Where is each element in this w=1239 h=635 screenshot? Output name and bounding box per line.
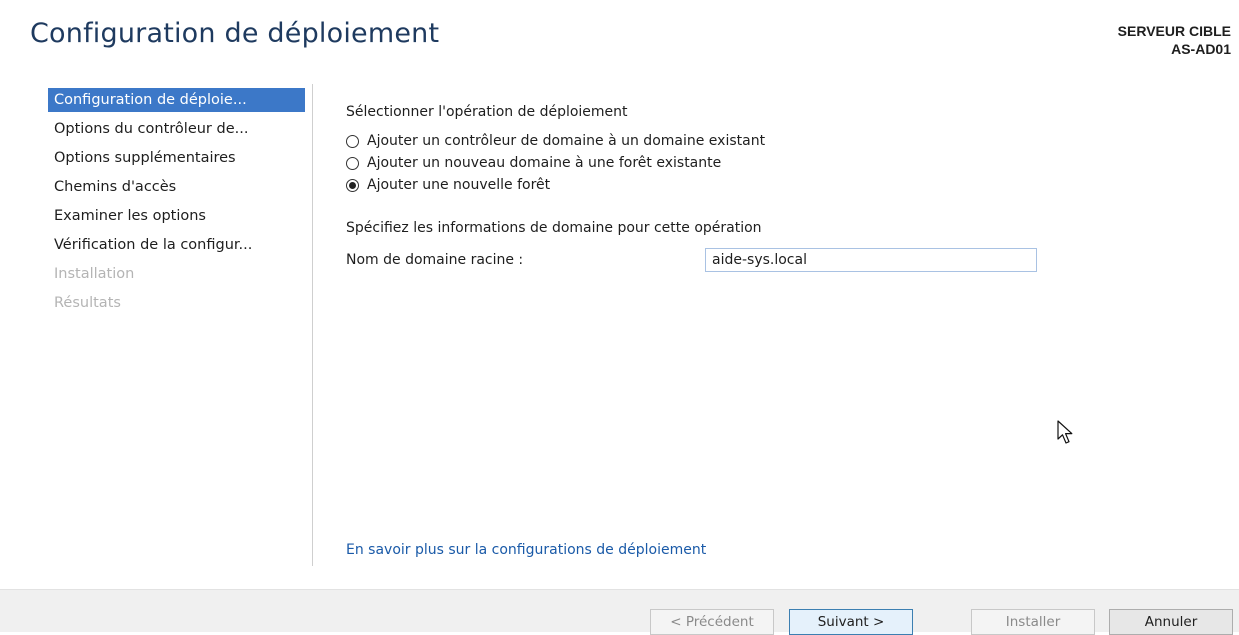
target-server-label: SERVEUR CIBLE: [1117, 23, 1231, 39]
mouse-pointer-icon: [1057, 420, 1073, 444]
nav-item-results: Résultats: [54, 295, 121, 311]
nav-item-additional-options[interactable]: Options supplémentaires: [48, 146, 310, 170]
radio-button[interactable]: [346, 134, 359, 148]
nav-divider: [312, 84, 313, 566]
option-add-dc-existing-domain[interactable]: Ajouter un contrôleur de domaine à un do…: [346, 130, 1206, 152]
previous-button[interactable]: < Précédent: [650, 609, 774, 635]
nav-item-review-options[interactable]: Examiner les options: [48, 204, 310, 228]
domain-heading: Spécifiez les informations de domaine po…: [346, 220, 762, 236]
next-button[interactable]: Suivant >: [789, 609, 913, 635]
option-label: Ajouter une nouvelle forêt: [367, 177, 551, 193]
target-server-info: SERVEUR CIBLE AS-AD01: [1118, 22, 1231, 58]
option-label: Ajouter un contrôleur de domaine à un do…: [367, 133, 766, 149]
operation-heading: Sélectionner l'opération de déploiement: [346, 104, 628, 120]
nav-item-prerequisites-check[interactable]: Vérification de la configur...: [48, 233, 310, 257]
option-label: Ajouter un nouveau domaine à une forêt e…: [367, 155, 722, 171]
target-server-name: AS-AD01: [1171, 41, 1231, 57]
root-domain-row: Nom de domaine racine :: [346, 248, 1206, 272]
learn-more-link[interactable]: En savoir plus sur la configurations de …: [346, 542, 706, 558]
page-title: Configuration de déploiement: [30, 18, 440, 49]
root-domain-input[interactable]: [705, 248, 1037, 272]
option-add-domain-existing-forest[interactable]: Ajouter un nouveau domaine à une forêt e…: [346, 152, 1206, 174]
cancel-button[interactable]: Annuler: [1109, 609, 1233, 635]
wizard-footer: < Précédent Suivant > Installer Annuler: [0, 589, 1239, 635]
option-add-new-forest[interactable]: Ajouter une nouvelle forêt: [346, 174, 1206, 196]
radio-button-selected[interactable]: [346, 178, 359, 192]
root-domain-label: Nom de domaine racine :: [346, 252, 524, 268]
nav-item-installation: Installation: [54, 266, 135, 282]
nav-item-paths[interactable]: Chemins d'accès: [48, 175, 310, 199]
install-button[interactable]: Installer: [971, 609, 1095, 635]
wizard-nav: Configuration de déploie... Options du c…: [48, 88, 310, 320]
nav-item-dc-options[interactable]: Options du contrôleur de...: [48, 117, 310, 141]
nav-item-deployment-configuration[interactable]: Configuration de déploie...: [48, 88, 305, 112]
main-content: Sélectionner l'opération de déploiement …: [346, 96, 1206, 272]
radio-button[interactable]: [346, 156, 359, 170]
